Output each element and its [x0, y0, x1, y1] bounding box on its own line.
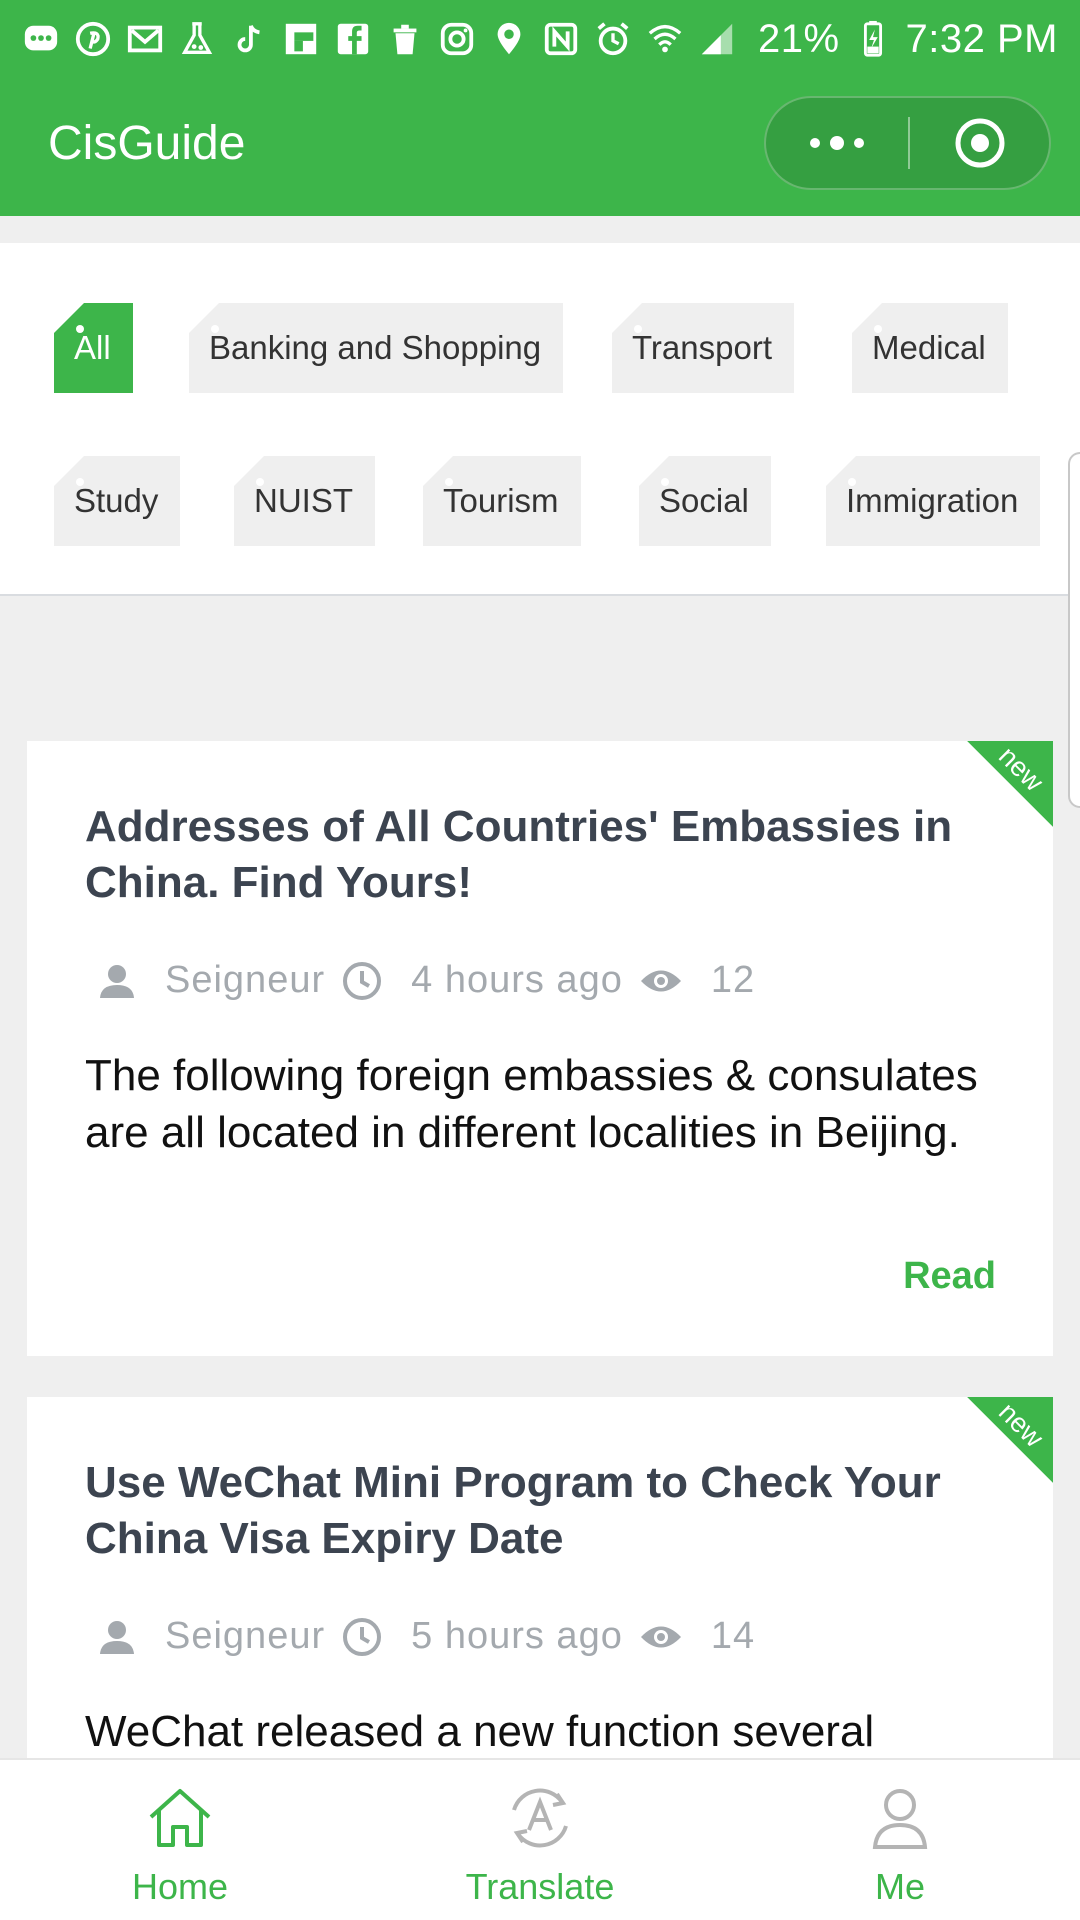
category-label: Banking and Shopping	[209, 329, 542, 366]
eye-icon	[639, 1622, 683, 1652]
app-title: CisGuide	[48, 117, 246, 170]
close-mini-program-button[interactable]	[910, 98, 1049, 188]
category-label: Medical	[872, 329, 986, 366]
flipboard-icon	[282, 20, 320, 58]
alarm-icon	[594, 20, 632, 58]
mail-icon	[126, 20, 164, 58]
person-icon	[865, 1778, 935, 1858]
category-tag-medical[interactable]: Medical	[852, 303, 1008, 393]
author-icon	[97, 961, 137, 1001]
clock-icon	[341, 1616, 383, 1658]
facebook-icon	[334, 20, 372, 58]
category-label: Tourism	[443, 482, 559, 519]
battery-percent: 21%	[757, 16, 840, 61]
mini-program-capsule	[764, 96, 1051, 190]
battery-charging-icon	[854, 20, 892, 58]
tab-label: Translate	[465, 1866, 615, 1907]
article-author: Seigneur	[165, 959, 326, 1001]
tab-me[interactable]: Me	[820, 1760, 980, 1920]
pinterest-icon	[74, 20, 112, 58]
category-tag-banking[interactable]: Banking and Shopping	[189, 303, 564, 393]
clock-time: 7:32 PM	[905, 16, 1058, 61]
location-pin-icon	[490, 20, 528, 58]
article-author: Seigneur	[165, 1615, 326, 1657]
flask-icon	[178, 20, 216, 58]
clock-icon	[341, 960, 383, 1002]
article-time-ago: 4 hours ago	[411, 959, 623, 1001]
category-tag-all[interactable]: All	[54, 303, 133, 393]
instagram-icon	[438, 20, 476, 58]
article-meta: Seigneur 5 hours ago 14	[97, 1615, 771, 1658]
category-tag-social[interactable]: Social	[639, 456, 771, 546]
signal-icon	[698, 20, 736, 58]
more-dots-icon	[810, 136, 864, 150]
scroll-indicator[interactable]	[1068, 452, 1080, 808]
wifi-icon	[646, 20, 684, 58]
author-icon	[97, 1617, 137, 1657]
category-label: Social	[659, 482, 749, 519]
category-tag-study[interactable]: Study	[54, 456, 181, 546]
app-header: CisGuide	[0, 78, 1080, 216]
category-label: Transport	[632, 329, 772, 366]
category-panel: All Banking and Shopping Transport Medic…	[0, 243, 1080, 596]
article-views: 14	[710, 1615, 756, 1657]
article-excerpt: The following foreign embassies & consul…	[85, 1051, 978, 1157]
trash-icon	[386, 20, 424, 58]
tab-label: Home	[131, 1866, 229, 1907]
category-tag-tourism[interactable]: Tourism	[423, 456, 581, 546]
translate-icon	[502, 1778, 578, 1858]
more-options-button[interactable]	[766, 98, 908, 188]
article-views: 12	[710, 959, 756, 1001]
article-card[interactable]: new Addresses of All Countries' Embassie…	[27, 741, 1053, 1356]
category-tag-nuist[interactable]: NUIST	[234, 456, 375, 546]
tiktok-icon	[230, 20, 268, 58]
eye-icon	[639, 966, 683, 996]
status-bar: 21% 7:32 PM	[0, 0, 1080, 78]
tab-label: Me	[874, 1866, 925, 1907]
category-label: All	[74, 329, 111, 366]
nfc-icon	[542, 20, 580, 58]
read-link[interactable]: Read	[903, 1255, 996, 1298]
target-circle-icon	[955, 118, 1004, 168]
article-card[interactable]: new Use WeChat Mini Program to Check You…	[27, 1397, 1053, 1797]
article-time-ago: 5 hours ago	[411, 1615, 623, 1657]
chat-bubble-icon	[22, 20, 60, 58]
category-tag-transport[interactable]: Transport	[612, 303, 794, 393]
article-title[interactable]: Use WeChat Mini Program to Check Your Ch…	[85, 1455, 985, 1567]
category-tag-immigration[interactable]: Immigration	[826, 456, 1041, 546]
category-label: Immigration	[846, 482, 1019, 519]
article-excerpt: WeChat released a new function several	[85, 1707, 875, 1756]
category-label: Study	[74, 482, 159, 519]
article-title[interactable]: Addresses of All Countries' Embassies in…	[85, 799, 985, 911]
tab-home[interactable]: Home	[100, 1760, 260, 1920]
home-icon	[145, 1778, 215, 1858]
article-meta: Seigneur 4 hours ago 12	[97, 959, 771, 1002]
category-label: NUIST	[254, 482, 353, 519]
bottom-tab-bar: Home Translate Me	[0, 1758, 1080, 1920]
tab-translate[interactable]: Translate	[440, 1760, 640, 1920]
